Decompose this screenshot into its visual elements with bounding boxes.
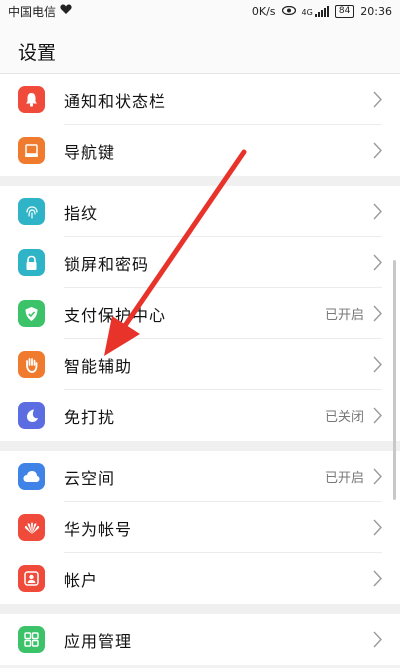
status-bar: 中国电信 0K/s 4G 84 20:36 xyxy=(0,0,400,22)
settings-item[interactable]: 华为帐号 xyxy=(0,502,400,553)
settings-item[interactable]: 智能辅助 xyxy=(0,339,400,390)
heart-icon xyxy=(60,4,72,18)
bell-icon xyxy=(18,86,45,113)
chevron-right-icon xyxy=(373,254,382,271)
settings-item[interactable]: 免打扰 已关闭 xyxy=(0,390,400,441)
battery-level: 84 xyxy=(338,5,351,16)
settings-item[interactable]: 锁屏和密码 xyxy=(0,237,400,288)
group-separator xyxy=(0,441,400,451)
page-title: 设置 xyxy=(18,42,57,64)
group-separator xyxy=(0,604,400,614)
navigation-key-icon xyxy=(18,137,45,164)
lock-icon xyxy=(18,249,45,276)
clock: 20:36 xyxy=(360,4,392,18)
scrollbar[interactable] xyxy=(393,260,396,500)
hand-icon xyxy=(18,351,45,378)
settings-item-label: 通知和状态栏 xyxy=(64,91,167,111)
cloud-icon xyxy=(18,463,45,490)
settings-item-label: 支付保护中心 xyxy=(64,305,167,325)
settings-list: 通知和状态栏 导航键 指纹 锁屏和密码 支付保护中心 已开启 智能辅助 免打扰 已关闭 云空间 已开… xyxy=(0,74,400,665)
shield-icon xyxy=(18,300,45,327)
settings-item-label: 帐户 xyxy=(64,570,99,590)
chevron-right-icon xyxy=(373,519,382,536)
settings-item[interactable]: 导航键 xyxy=(0,125,400,176)
settings-item-label: 华为帐号 xyxy=(64,519,133,539)
settings-item-label: 应用管理 xyxy=(64,631,133,651)
fingerprint-icon xyxy=(18,198,45,225)
settings-item-label: 智能辅助 xyxy=(64,356,133,376)
battery-icon: 84 xyxy=(334,4,355,18)
settings-item[interactable]: 指纹 xyxy=(0,186,400,237)
settings-group: 云空间 已开启华为帐号帐户 xyxy=(0,451,400,604)
settings-group: 应用管理 xyxy=(0,614,400,665)
page-header: 设置 xyxy=(0,22,400,74)
settings-group: 指纹锁屏和密码支付保护中心 已开启智能辅助免打扰 已关闭 xyxy=(0,186,400,441)
settings-item[interactable]: 应用管理 xyxy=(0,614,400,665)
settings-item[interactable]: 帐户 xyxy=(0,553,400,604)
settings-item-label: 指纹 xyxy=(64,203,99,223)
chevron-right-icon xyxy=(373,203,382,220)
eye-icon xyxy=(281,5,296,18)
signal-icon: 4G xyxy=(301,5,329,17)
carrier-label: 中国电信 xyxy=(8,4,57,19)
chevron-right-icon xyxy=(373,305,382,322)
settings-item-status: 已关闭 xyxy=(324,410,364,425)
signal-type: 4G xyxy=(301,7,313,17)
moon-icon xyxy=(18,402,45,429)
settings-item[interactable]: 云空间 已开启 xyxy=(0,451,400,502)
chevron-right-icon xyxy=(373,468,382,485)
settings-group: 通知和状态栏 导航键 xyxy=(0,74,400,176)
huawei-logo-icon xyxy=(18,514,45,541)
settings-item[interactable]: 支付保护中心 已开启 xyxy=(0,288,400,339)
chevron-right-icon xyxy=(373,91,382,108)
settings-item-label: 锁屏和密码 xyxy=(64,254,150,274)
settings-item-label: 云空间 xyxy=(64,468,116,488)
chevron-right-icon xyxy=(373,356,382,373)
settings-item-label: 免打扰 xyxy=(64,407,116,427)
apps-grid-icon xyxy=(18,626,45,653)
settings-item-status: 已开启 xyxy=(324,471,364,486)
settings-item[interactable]: 通知和状态栏 xyxy=(0,74,400,125)
chevron-right-icon xyxy=(373,407,382,424)
chevron-right-icon xyxy=(373,570,382,587)
chevron-right-icon xyxy=(373,631,382,648)
settings-item-label: 导航键 xyxy=(64,142,116,162)
account-icon xyxy=(18,565,45,592)
group-separator xyxy=(0,176,400,186)
chevron-right-icon xyxy=(373,142,382,159)
settings-item-status: 已开启 xyxy=(324,308,364,323)
net-speed: 0K/s xyxy=(251,4,276,18)
